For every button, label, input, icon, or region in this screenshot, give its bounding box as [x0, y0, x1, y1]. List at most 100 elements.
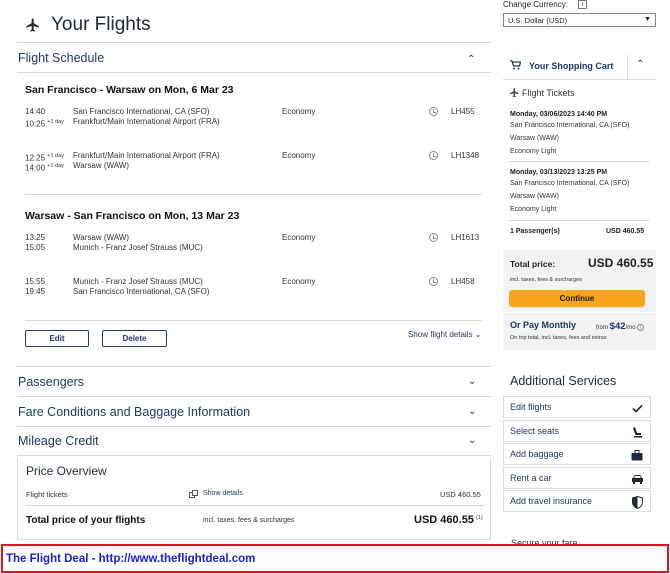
clock-icon [429, 107, 438, 116]
journey-title: Warsaw - San Francisco on Mon, 13 Mar 23 [25, 210, 240, 222]
total-price-label: Total price of your flights [26, 515, 146, 526]
inbound-date: Monday, 03/13/2023 13:25 PM [510, 169, 608, 176]
fare-conditions-heading[interactable]: Fare Conditions and Baggage Information [18, 405, 250, 419]
inbound-to: Warsaw (WAW) [510, 193, 559, 200]
arrival-time: 19:45 [25, 287, 46, 296]
page-header: Your Flights [25, 14, 151, 36]
travel-insurance-item[interactable]: Add travel insurance [503, 490, 651, 512]
additional-services-title: Additional Services [510, 374, 617, 388]
flight-tickets-heading: Flight Tickets [522, 88, 575, 98]
divider [25, 320, 482, 321]
divider [17, 366, 491, 367]
banner-text: The Flight Deal - http://www.theflightde… [6, 552, 256, 565]
copy-icon [189, 490, 198, 498]
cabin-class: Economy [282, 277, 316, 286]
total-price-value: USD 460.55 [414, 514, 474, 526]
inbound-fare: Economy Light [510, 206, 557, 213]
continue-button[interactable]: Continue [509, 290, 645, 307]
divider [509, 161, 649, 162]
total-price-note: incl. taxes, fees & surcharges [203, 517, 295, 524]
flight-schedule-heading[interactable]: Flight Schedule [18, 51, 104, 65]
show-details-link[interactable]: Show details [203, 490, 243, 497]
chevron-down-icon[interactable]: ⌄ [468, 406, 476, 417]
divider [17, 455, 491, 456]
flight-segment: 14:40 10:25 +1 day San Francisco Interna… [25, 107, 480, 131]
arrival-airport: Warsaw (WAW) [73, 161, 129, 170]
chevron-down-icon: ⌄ [474, 330, 482, 339]
price-overview-title: Price Overview [26, 464, 107, 478]
chevron-up-icon[interactable]: ⌃ [467, 54, 475, 65]
cart-passengers-value: USD 460.55 [606, 228, 645, 235]
outbound-date: Monday, 03/06/2023 14:40 PM [510, 111, 608, 118]
clock-icon [429, 233, 438, 242]
divider [17, 426, 491, 427]
check-icon [630, 401, 644, 415]
departure-airport: Warsaw (WAW) [73, 233, 129, 242]
monthly-from-label: from [596, 325, 608, 331]
departure-airport: Munich - Franz Josef Strauss (MUC) [73, 277, 203, 286]
flight-segment: 15:55 19:45 Munich - Franz Josef Strauss… [25, 277, 480, 301]
passengers-heading[interactable]: Passengers [18, 375, 84, 389]
edit-flights-label: Edit flights [510, 402, 552, 412]
flight-number: LH1348 [451, 151, 480, 160]
departure-time: 13:25 [25, 233, 46, 242]
monthly-price: from $42/mo i [596, 321, 645, 332]
cabin-class: Economy [282, 233, 316, 242]
inbound-from: San Francisco International, CA (SFO) [510, 180, 630, 187]
monthly-amount: $42 [609, 321, 626, 332]
info-icon[interactable]: i [578, 0, 587, 9]
select-seats-label: Select seats [510, 426, 560, 436]
airplane-icon [509, 87, 520, 100]
airplane-icon [26, 18, 39, 32]
pay-monthly-label[interactable]: Or Pay Monthly [510, 320, 576, 330]
cart-title: Your Shopping Cart [529, 61, 614, 71]
show-flight-details-link[interactable]: Show flight details ⌄ [408, 330, 481, 339]
edit-flights-item[interactable]: Edit flights [503, 396, 651, 418]
rent-a-car-item[interactable]: Rent a car [503, 467, 651, 489]
total-price-footnote: (1) [476, 515, 483, 521]
cart-outbound: Monday, 03/06/2023 14:40 PM San Francisc… [510, 109, 629, 157]
flight-segment: 13:25 15:05 Warsaw (WAW) Munich - Franz … [25, 233, 480, 257]
flight-number: LH455 [451, 107, 475, 116]
chevron-down-icon[interactable]: ⌄ [468, 376, 476, 387]
flight-segment: 12:25 +1 day 14:00 +1 day Frankfurt/Main… [25, 151, 480, 175]
info-icon[interactable]: i [637, 323, 645, 331]
currency-select[interactable]: U.S. Dollar (USD) ▼ [503, 13, 656, 27]
mileage-credit-heading[interactable]: Mileage Credit [18, 434, 99, 448]
divider [627, 54, 628, 80]
delete-button[interactable]: Delete [102, 330, 167, 347]
monthly-note: On trip total, incl. taxes, fees and ext… [510, 335, 607, 341]
edit-button[interactable]: Edit [25, 330, 89, 347]
clock-icon [429, 151, 438, 160]
arrival-airport: San Francisco International, CA (SFO) [73, 287, 210, 296]
outbound-from: San Francisco International, CA (SFO) [510, 122, 630, 129]
chevron-down-icon[interactable]: ⌄ [468, 435, 476, 446]
arrival-airport: Munich - Franz Josef Strauss (MUC) [73, 243, 203, 252]
flight-tickets-label: Flight tickets [26, 490, 68, 499]
arrival-time: 10:25 +1 day [25, 119, 64, 129]
add-baggage-label: Add baggage [510, 449, 564, 459]
departure-time: 14:40 [25, 107, 46, 116]
divider [509, 220, 649, 221]
divider [26, 505, 484, 506]
departure-airport: Frankfurt/Main International Airport (FR… [73, 151, 220, 160]
clock-icon [429, 277, 438, 286]
currency-label: Change Currency: [503, 0, 568, 9]
select-seats-item[interactable]: Select seats [503, 420, 651, 442]
journey-title: San Francisco - Warsaw on Mon, 6 Mar 23 [25, 84, 234, 96]
baggage-icon [630, 448, 644, 462]
dropdown-arrow-icon: ▼ [644, 16, 651, 23]
flight-number: LH1613 [451, 233, 480, 242]
divider [25, 194, 482, 195]
departure-airport: San Francisco International, CA (SFO) [73, 107, 210, 116]
flight-deal-banner[interactable]: The Flight Deal - http://www.theflightde… [1, 544, 669, 573]
arrival-airport: Frankfurt/Main International Airport (FR… [73, 117, 220, 126]
cart-total-value: USD 460.55 [588, 256, 654, 270]
outbound-fare: Economy Light [510, 148, 557, 155]
divider [17, 42, 491, 43]
cabin-class: Economy [282, 107, 316, 116]
chevron-up-icon[interactable]: ⌃ [636, 59, 644, 70]
travel-insurance-label: Add travel insurance [510, 496, 593, 506]
flight-number: LH458 [451, 277, 475, 286]
add-baggage-item[interactable]: Add baggage [503, 443, 651, 465]
